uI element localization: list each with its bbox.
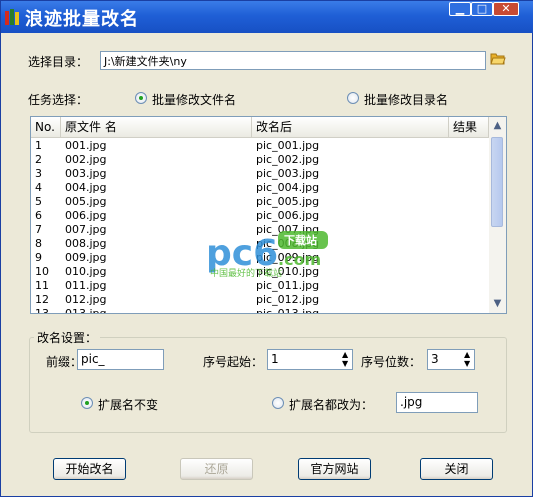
row-new-name: pic_002.jpg [256,153,320,166]
rename-settings-title: 改名设置： [34,329,101,346]
row-original-name: 012.jpg [65,293,107,306]
start-number-spinner[interactable]: ▲ ▼ [339,350,353,370]
list-item[interactable]: 3 003.jpg pic_003.jpg [31,167,489,181]
close-button[interactable]: 关闭 [420,458,493,480]
row-number: 2 [35,153,42,166]
row-new-name: pic_001.jpg [256,139,320,152]
list-item[interactable]: 4 004.jpg pic_004.jpg [31,181,489,195]
row-original-name: 009.jpg [65,251,107,264]
main-window: 浪迹批量改名 ▁ □ ✕ 选择目录： J:\新建文件夹\ny 任务选择： 批量修… [0,0,533,497]
start-rename-button[interactable]: 开始改名 [53,458,126,480]
window-title: 浪迹批量改名 [25,9,139,30]
row-original-name: 013.jpg [65,307,107,314]
row-original-name: 011.jpg [65,279,107,292]
maximize-button[interactable]: □ [471,2,493,16]
row-number: 4 [35,181,42,194]
scroll-down-icon[interactable]: ▼ [491,297,504,310]
list-scrollbar[interactable]: ▲ ▼ [489,117,506,313]
watermark-domain: .com [278,250,321,269]
list-item[interactable]: 12 012.jpg pic_012.jpg [31,293,489,307]
row-number: 12 [35,293,49,306]
digits-spinner[interactable]: ▲ ▼ [461,350,475,370]
radio-keep-extension[interactable] [81,397,93,409]
restore-button[interactable]: 还原 [180,458,253,480]
minimize-button[interactable]: ▁ [449,2,471,16]
list-header: No. 原文件 名 改名后 结果 [31,117,489,138]
watermark-tagline: 中国最好的下载站 [210,267,282,279]
row-new-name: pic_003.jpg [256,167,320,180]
maximize-icon: □ [476,2,488,15]
row-original-name: 003.jpg [65,167,107,180]
col-original-name[interactable]: 原文件 名 [61,117,252,137]
extension-input[interactable]: .jpg [396,392,478,413]
list-item[interactable]: 2 002.jpg pic_002.jpg [31,153,489,167]
row-number: 9 [35,251,42,264]
radio-change-extension-label[interactable]: 扩展名都改为： [289,396,373,413]
app-icon [5,9,19,25]
prefix-input[interactable]: pic_ [77,349,164,370]
col-no[interactable]: No. [31,117,61,137]
spin-down-icon[interactable]: ▼ [342,359,348,368]
list-item[interactable]: 5 005.jpg pic_005.jpg [31,195,489,209]
row-original-name: 004.jpg [65,181,107,194]
row-new-name: pic_012.jpg [256,293,320,306]
row-original-name: 002.jpg [65,153,107,166]
spin-up-icon[interactable]: ▲ [342,350,348,359]
row-number: 13 [35,307,49,314]
watermark-brand: pc6 [206,233,278,274]
row-original-name: 010.jpg [65,265,107,278]
row-number: 8 [35,237,42,250]
row-number: 7 [35,223,42,236]
row-original-name: 008.jpg [65,237,107,250]
row-original-name: 006.jpg [65,209,107,222]
row-original-name: 001.jpg [65,139,107,152]
spin-down-icon[interactable]: ▼ [464,359,470,368]
list-item[interactable]: 1 001.jpg pic_001.jpg [31,139,489,153]
watermark-badge: 下载站 [284,233,317,247]
scroll-thumb[interactable] [491,137,503,227]
row-new-name: pic_013.jpg [256,307,320,314]
row-number: 6 [35,209,42,222]
radio-rename-files[interactable] [135,92,147,104]
scroll-up-icon[interactable]: ▲ [491,119,504,132]
radio-keep-extension-label[interactable]: 扩展名不变 [98,396,158,413]
pc6-watermark-logo: pc6 下载站 .com 中国最好的下载站 [206,231,328,279]
row-number: 10 [35,265,49,278]
list-item[interactable]: 13 013.jpg pic_013.jpg [31,307,489,314]
col-result[interactable]: 结果 [449,117,489,137]
digits-label: 序号位数： [361,355,422,369]
row-new-name: pic_005.jpg [256,195,320,208]
minimize-icon: ▁ [455,2,465,15]
close-icon: ✕ [501,2,511,15]
radio-rename-dirs-label[interactable]: 批量修改目录名 [364,91,448,108]
row-original-name: 007.jpg [65,223,107,236]
list-item[interactable]: 6 006.jpg pic_006.jpg [31,209,489,223]
radio-change-extension[interactable] [272,397,284,409]
row-original-name: 005.jpg [65,195,107,208]
dir-input[interactable]: J:\新建文件夹\ny [100,51,486,70]
row-number: 5 [35,195,42,208]
row-new-name: pic_011.jpg [256,279,320,292]
file-list[interactable]: No. 原文件 名 改名后 结果 1 001.jpg pic_001.jpg 2 002… [30,116,507,314]
row-number: 3 [35,167,42,180]
folder-open-icon[interactable] [490,52,506,66]
row-new-name: pic_006.jpg [256,209,320,222]
radio-rename-files-label[interactable]: 批量修改文件名 [152,91,236,108]
dir-label: 选择目录： [28,55,89,69]
radio-rename-dirs[interactable] [347,92,359,104]
row-number: 1 [35,139,42,152]
start-number-label: 序号起始： [203,355,264,369]
task-label: 任务选择： [28,93,89,107]
row-number: 11 [35,279,49,292]
spin-up-icon[interactable]: ▲ [464,350,470,359]
col-new-name[interactable]: 改名后 [252,117,449,137]
row-new-name: pic_004.jpg [256,181,320,194]
official-website-button[interactable]: 官方网站 [298,458,371,480]
title-bar[interactable]: 浪迹批量改名 ▁ □ ✕ [1,1,533,33]
close-window-button[interactable]: ✕ [493,2,519,16]
list-item[interactable]: 11 011.jpg pic_011.jpg [31,279,489,293]
